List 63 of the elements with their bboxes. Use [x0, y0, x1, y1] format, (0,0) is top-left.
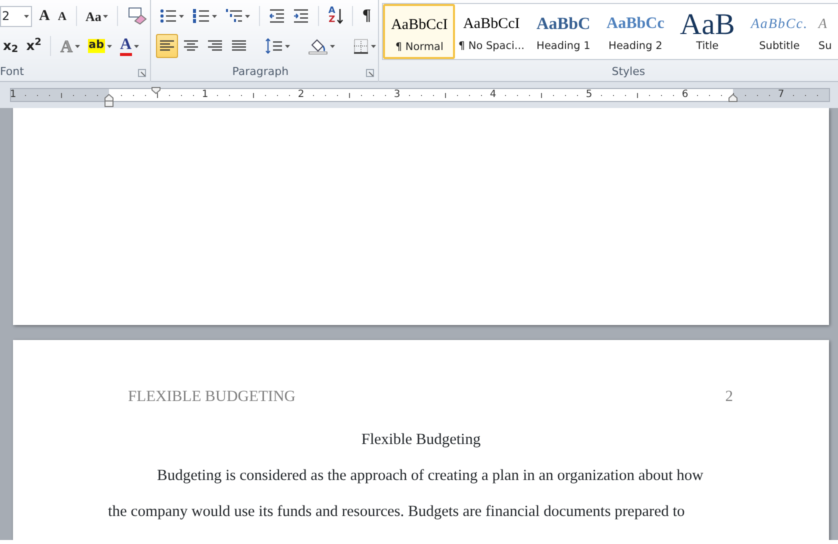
caret-icon: [245, 14, 250, 18]
font-size-field[interactable]: 2: [0, 6, 32, 26]
caret-icon: [371, 44, 376, 48]
document-title: Flexible Budgeting: [360, 430, 482, 450]
style-item[interactable]: AaBbCc Heading 2: [599, 4, 672, 59]
first-line-indent-icon[interactable]: [151, 87, 161, 94]
numbered-list-icon: [192, 8, 210, 24]
multilevel-list-icon: [225, 8, 244, 24]
group-label: Font: [0, 64, 25, 80]
subscript-button[interactable]: x$_{2}$: [0, 34, 22, 58]
body-text-line: Budgeting is considered as the approach of creating a plan in an organization about how: [156, 466, 704, 486]
decrease-indent-icon: [269, 8, 286, 24]
bulleted-list-icon: [159, 8, 178, 24]
style-item[interactable]: A Su: [815, 4, 838, 59]
font-color-button[interactable]: A: [116, 34, 142, 58]
ruler-number: 6: [682, 89, 688, 101]
style-item[interactable]: AaBbC Heading 1: [527, 4, 600, 59]
body-text-line: the company would use its funds and resources. Budgets are financial documents prepared to: [107, 502, 686, 522]
justify-icon: [231, 39, 248, 53]
highlight-button[interactable]: ab: [84, 34, 115, 58]
sort-button[interactable]: A Z: [325, 4, 346, 28]
style-item[interactable]: AaBbCcI ¶ Normal: [383, 4, 456, 59]
dialog-launcher-icon[interactable]: [366, 69, 374, 77]
ruler-number: 2: [298, 89, 304, 101]
align-left-icon: [159, 39, 176, 53]
line-spacing-icon: [265, 38, 284, 54]
page-number: 2: [725, 387, 733, 407]
down-arrow-icon: [337, 8, 344, 24]
increase-indent-icon: [293, 8, 310, 24]
ruler[interactable]: 1 1 2 3 4 5 6 7: [10, 88, 830, 102]
align-right-icon: [207, 39, 224, 53]
caret-icon: [330, 44, 336, 48]
eraser-icon: [127, 7, 148, 25]
dialog-launcher-icon[interactable]: [138, 69, 146, 77]
header-text: FLEXIBLE BUDGETING: [128, 387, 296, 407]
align-center-icon: [183, 39, 200, 53]
group-label: Styles: [610, 64, 646, 80]
caret-icon: [74, 44, 80, 48]
change-case-button[interactable]: Aa: [82, 4, 112, 28]
style-item[interactable]: AaBbCc. Subtitle: [743, 4, 816, 59]
grow-font-button[interactable]: A: [36, 4, 53, 28]
shrink-font-button[interactable]: A: [54, 4, 70, 28]
caret-icon: [103, 14, 108, 18]
borders-icon: [353, 38, 370, 54]
show-formatting-button[interactable]: ¶: [359, 4, 374, 28]
style-item[interactable]: AaB Title: [671, 4, 744, 59]
paint-bucket-icon: [308, 37, 328, 55]
ruler-number: 1: [202, 89, 208, 101]
group-label: Paragraph: [231, 64, 290, 80]
caret-icon: [212, 14, 218, 18]
superscript-button[interactable]: x$^{2}$: [23, 34, 44, 58]
caret-icon: [106, 44, 112, 48]
caret-icon: [24, 14, 29, 18]
ruler-number: 4: [490, 89, 496, 101]
caret-icon: [134, 44, 139, 48]
ruler-number: 3: [394, 89, 400, 101]
ruler-number: 1: [10, 89, 16, 101]
ruler-number: 7: [778, 89, 784, 101]
ruler-number: 5: [586, 89, 592, 101]
align-left-button[interactable]: [156, 34, 178, 58]
caret-icon: [179, 14, 184, 18]
style-item[interactable]: AaBbCcI ¶ No Spaci...: [455, 4, 528, 59]
caret-icon: [285, 44, 290, 48]
